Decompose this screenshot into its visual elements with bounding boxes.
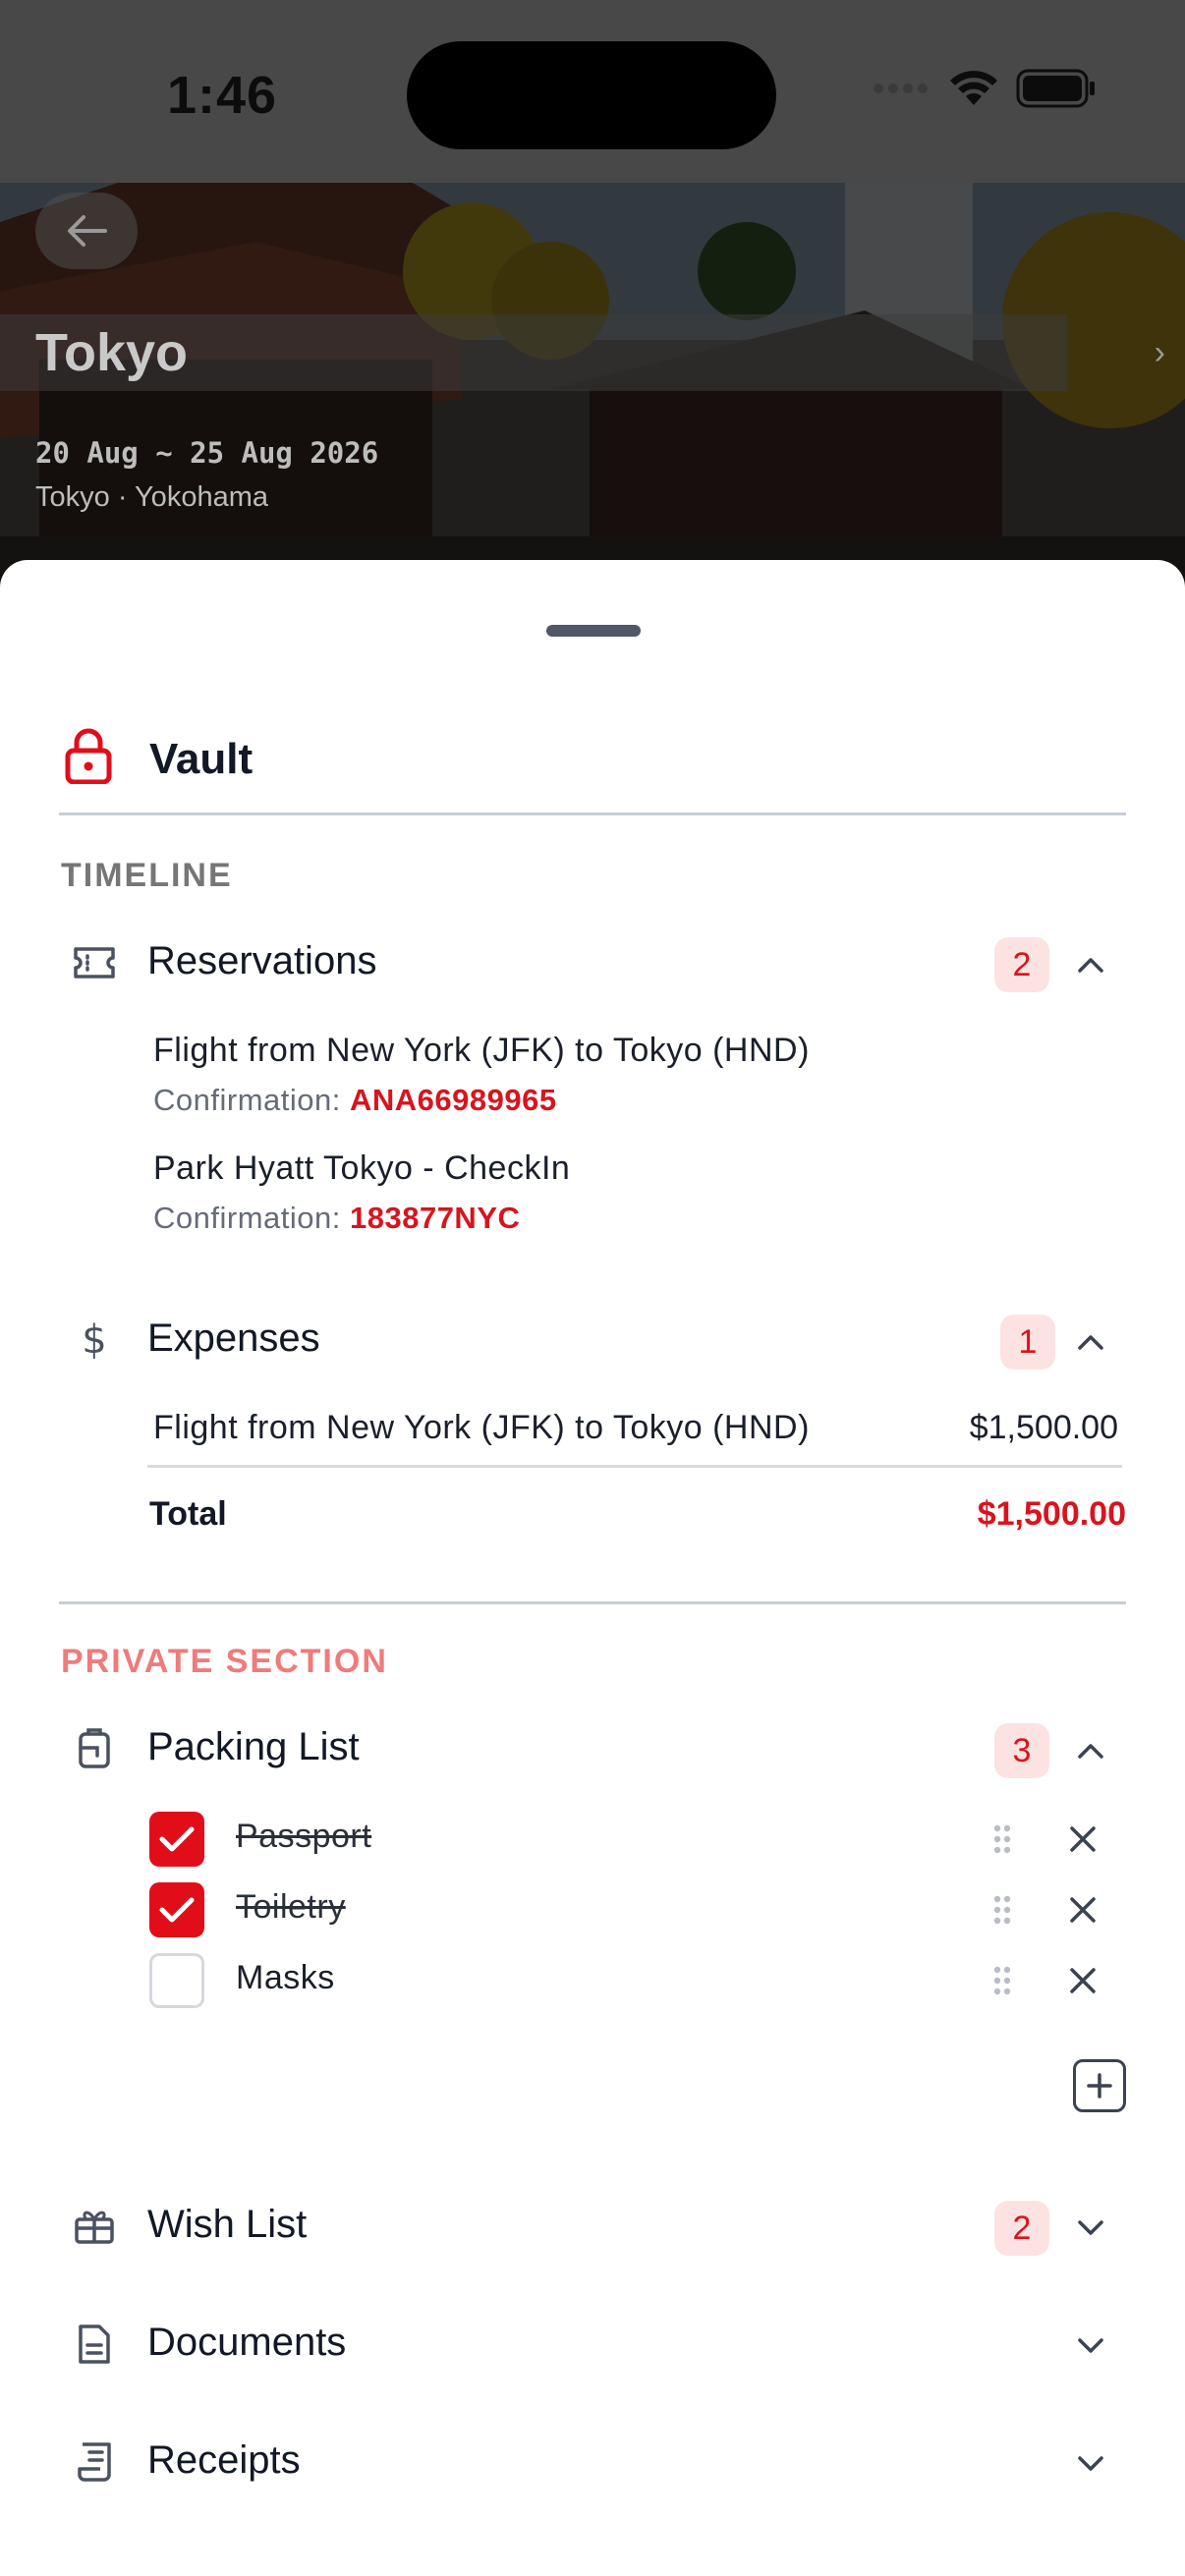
- status-bar: 1:46: [0, 0, 1185, 183]
- reservation-title[interactable]: Park Hyatt Tokyo - CheckIn: [153, 1149, 570, 1188]
- reservations-header[interactable]: Reservations 2: [59, 931, 1126, 1000]
- status-icons: [873, 69, 1097, 108]
- vault-title: Vault: [149, 735, 254, 783]
- receipts-header[interactable]: Receipts: [59, 2431, 1126, 2499]
- luggage-icon: [71, 1725, 118, 1772]
- packing-list-title: Packing List: [147, 1725, 360, 1768]
- packing-item-label[interactable]: Passport: [236, 1818, 371, 1856]
- trip-dates: 20 Aug ~ 25 Aug 2026: [35, 436, 379, 470]
- reservation-confirmation: Confirmation: ANA66989965: [153, 1083, 557, 1118]
- confirmation-code[interactable]: 183877NYC: [350, 1201, 520, 1235]
- close-icon[interactable]: [1061, 1888, 1104, 1932]
- cellular-signal-icon: [874, 84, 928, 93]
- battery-icon: [1016, 69, 1095, 108]
- section-divider: [59, 1601, 1126, 1604]
- packing-list-count-badge: 3: [994, 1723, 1049, 1778]
- confirmation-label: Confirmation:: [153, 1083, 341, 1117]
- expense-amount: $1,500.00: [969, 1409, 1118, 1446]
- trip-title: Tokyo: [35, 323, 189, 382]
- chevron-up-icon[interactable]: [1071, 1731, 1110, 1770]
- documents-header[interactable]: Documents: [59, 2313, 1126, 2381]
- wish-list-count-badge: 2: [994, 2201, 1049, 2256]
- expense-row[interactable]: Flight from New York (JFK) to Tokyo (HND…: [147, 1397, 1122, 1468]
- private-section-label: PRIVATE SECTION: [61, 1643, 388, 1680]
- confirmation-code[interactable]: ANA66989965: [350, 1083, 557, 1117]
- arrow-left-icon: [68, 215, 107, 247]
- reservation-confirmation: Confirmation: 183877NYC: [153, 1201, 520, 1236]
- chevron-up-icon[interactable]: [1071, 945, 1110, 984]
- wifi-icon: [950, 71, 997, 105]
- receipt-icon: [71, 2438, 118, 2486]
- add-item-button[interactable]: [1073, 2059, 1126, 2112]
- trip-header: 1:46 Tokyo 20 Aug ~ 25 Aug 2026 Tokyo · …: [0, 0, 1185, 589]
- dollar-icon: $: [82, 1317, 107, 1363]
- close-icon[interactable]: [1061, 1959, 1104, 2002]
- checkmark-icon: [159, 1826, 195, 1852]
- vault-sheet: Vault TIMELINE Reservations 2 Flight fro…: [0, 560, 1185, 2576]
- dynamic-island: [407, 41, 776, 149]
- chevron-up-icon[interactable]: [1071, 1322, 1110, 1362]
- vault-header: Vault: [59, 727, 1126, 815]
- chevron-right-icon: ›: [1154, 334, 1165, 371]
- expenses-total-amount: $1,500.00: [977, 1495, 1126, 1533]
- lock-icon: [65, 728, 112, 784]
- checkmark-icon: [159, 1897, 195, 1923]
- document-icon: [71, 2321, 118, 2368]
- status-time: 1:46: [167, 66, 278, 125]
- plus-icon: [1087, 2073, 1112, 2099]
- packing-list-header[interactable]: Packing List 3: [59, 1717, 1126, 1786]
- wish-list-header[interactable]: Wish List 2: [59, 2195, 1126, 2264]
- back-button[interactable]: [35, 193, 138, 269]
- packing-item: Toiletry: [147, 1880, 1126, 1939]
- expenses-count-badge: 1: [1000, 1315, 1055, 1370]
- sheet-grabber[interactable]: [546, 625, 641, 637]
- ticket-icon: [71, 939, 118, 986]
- packing-item-checkbox[interactable]: [149, 1953, 204, 2008]
- expenses-total-label: Total: [149, 1495, 227, 1533]
- reservations-title: Reservations: [147, 939, 377, 982]
- packing-item: Passport: [147, 1810, 1126, 1869]
- packing-item: Masks: [147, 1951, 1126, 2010]
- wish-list-title: Wish List: [147, 2203, 308, 2246]
- expenses-title: Expenses: [147, 1316, 320, 1360]
- drag-handle-icon[interactable]: [983, 1820, 1022, 1859]
- packing-item-checkbox[interactable]: [149, 1882, 204, 1937]
- close-icon[interactable]: [1061, 1818, 1104, 1861]
- confirmation-label: Confirmation:: [153, 1201, 341, 1235]
- receipts-title: Receipts: [147, 2438, 301, 2482]
- chevron-down-icon[interactable]: [1071, 2326, 1110, 2366]
- gift-icon: [71, 2203, 118, 2250]
- trip-cities: Tokyo · Yokohama: [35, 481, 268, 513]
- drag-handle-icon[interactable]: [983, 1961, 1022, 2000]
- timeline-label: TIMELINE: [61, 857, 233, 894]
- reservations-count-badge: 2: [994, 937, 1049, 992]
- expense-name: Flight from New York (JFK) to Tokyo (HND…: [153, 1409, 810, 1446]
- documents-title: Documents: [147, 2321, 347, 2364]
- packing-item-label[interactable]: Toiletry: [236, 1888, 346, 1927]
- packing-item-label[interactable]: Masks: [236, 1959, 335, 1997]
- chevron-down-icon[interactable]: [1071, 2444, 1110, 2484]
- reservation-title[interactable]: Flight from New York (JFK) to Tokyo (HND…: [153, 1032, 810, 1070]
- expenses-header[interactable]: $ Expenses 1: [59, 1309, 1126, 1377]
- packing-item-checkbox[interactable]: [149, 1812, 204, 1867]
- chevron-down-icon[interactable]: [1071, 2209, 1110, 2248]
- drag-handle-icon[interactable]: [983, 1890, 1022, 1930]
